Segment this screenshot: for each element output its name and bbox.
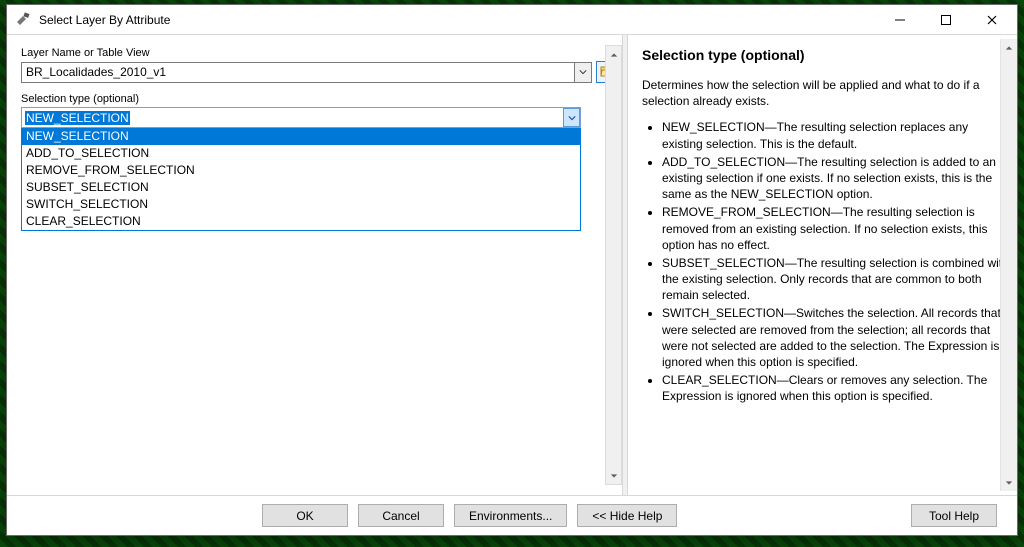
minimize-button[interactable] [877,5,923,35]
scroll-track[interactable] [1001,56,1017,474]
chevron-down-icon[interactable] [574,63,591,82]
scroll-down-icon[interactable] [1001,474,1017,491]
help-item: ADD_TO_SELECTION—The resulting selection… [662,154,1011,203]
selection-type-dropdown[interactable]: NEW_SELECTION ADD_TO_SELECTION REMOVE_FR… [21,128,581,231]
chevron-down-icon[interactable] [563,108,580,127]
dropdown-option[interactable]: NEW_SELECTION [22,128,580,145]
close-button[interactable] [969,5,1015,35]
scroll-down-icon[interactable] [606,467,621,484]
dialog-footer: OK Cancel Environments... << Hide Help T… [7,495,1017,535]
maximize-button[interactable] [923,5,969,35]
dropdown-option[interactable]: SUBSET_SELECTION [22,179,580,196]
help-item: SUBSET_SELECTION—The resulting selection… [662,255,1011,304]
tool-help-button[interactable]: Tool Help [911,504,997,527]
layer-combo[interactable]: BR_Localidades_2010_v1 [21,62,592,83]
hammer-icon [15,12,31,28]
help-intro: Determines how the selection will be app… [642,77,1011,109]
environments-button[interactable]: Environments... [454,504,567,527]
layer-combo-value: BR_Localidades_2010_v1 [26,65,574,79]
parameters-pane: Layer Name or Table View BR_Localidades_… [7,35,622,495]
dropdown-option[interactable]: SWITCH_SELECTION [22,196,580,213]
dropdown-option[interactable]: ADD_TO_SELECTION [22,145,580,162]
help-pane: Selection type (optional) Determines how… [628,35,1017,495]
scroll-up-icon[interactable] [1001,39,1017,56]
help-item: SWITCH_SELECTION—Switches the selection.… [662,305,1011,370]
hide-help-button[interactable]: << Hide Help [577,504,677,527]
help-item: NEW_SELECTION—The resulting selection re… [662,119,1011,151]
content-area: Layer Name or Table View BR_Localidades_… [7,35,1017,495]
help-item: REMOVE_FROM_SELECTION—The resulting sele… [662,204,1011,253]
layer-label: Layer Name or Table View [21,47,620,59]
help-list: NEW_SELECTION—The resulting selection re… [662,119,1011,404]
selection-type-value: NEW_SELECTION [22,110,563,126]
dialog-window: Select Layer By Attribute Layer Name or … [6,4,1018,536]
window-title: Select Layer By Attribute [39,13,877,27]
left-scrollbar[interactable] [605,45,622,485]
scroll-track[interactable] [606,63,621,467]
window-controls [877,5,1015,34]
titlebar[interactable]: Select Layer By Attribute [7,5,1017,35]
dropdown-option[interactable]: CLEAR_SELECTION [22,213,580,230]
selection-type-combo[interactable]: NEW_SELECTION [21,107,581,128]
right-scrollbar[interactable] [1000,39,1017,491]
help-heading: Selection type (optional) [642,47,1011,63]
selection-type-label: Selection type (optional) [21,93,620,105]
cancel-button[interactable]: Cancel [358,504,444,527]
scroll-up-icon[interactable] [606,46,621,63]
ok-button[interactable]: OK [262,504,348,527]
help-item: CLEAR_SELECTION—Clears or removes any se… [662,372,1011,404]
dropdown-option[interactable]: REMOVE_FROM_SELECTION [22,162,580,179]
